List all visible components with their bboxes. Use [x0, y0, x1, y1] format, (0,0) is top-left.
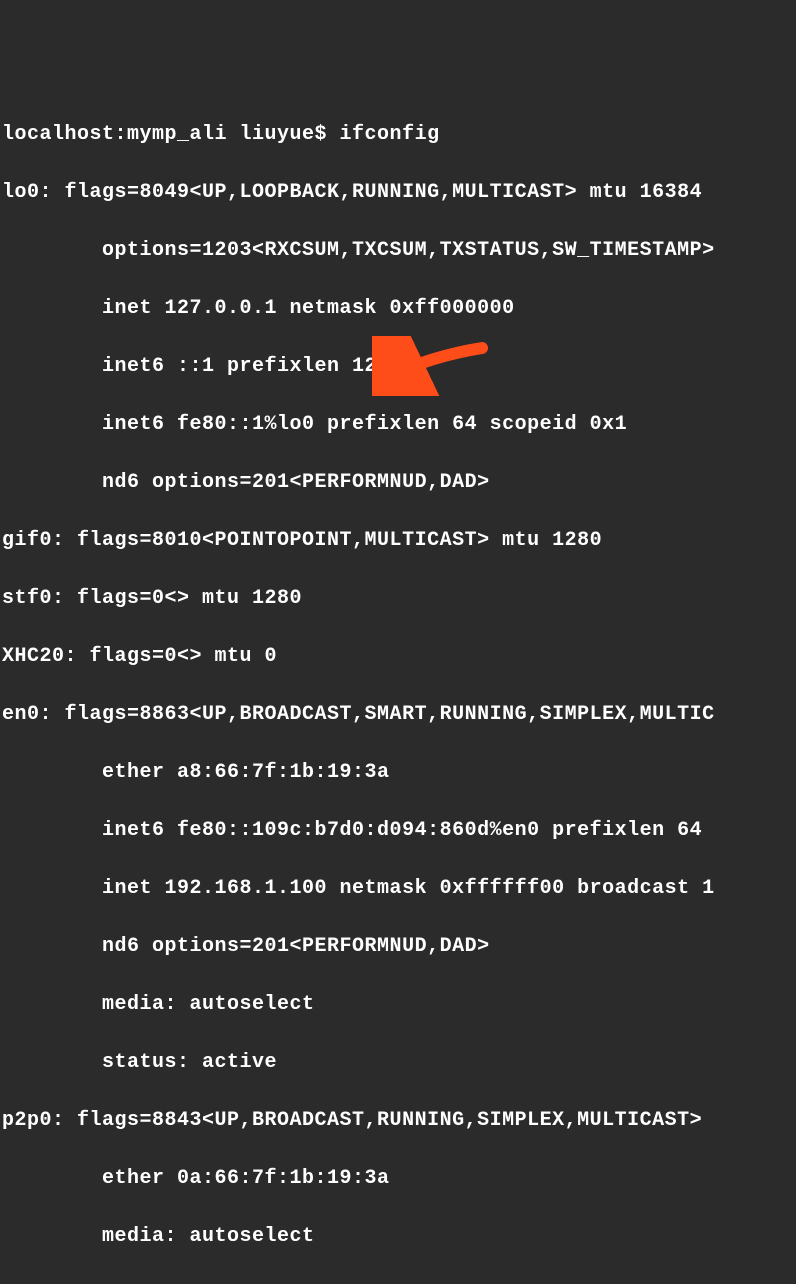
- terminal-output-line: ether 0a:66:7f:1b:19:3a: [2, 1164, 794, 1193]
- terminal-output-line: status: inactive: [2, 1280, 794, 1284]
- terminal-output-line: stf0: flags=0<> mtu 1280: [2, 584, 794, 613]
- terminal-output-line: XHC20: flags=0<> mtu 0: [2, 642, 794, 671]
- terminal-output-line: gif0: flags=8010<POINTOPOINT,MULTICAST> …: [2, 526, 794, 555]
- terminal-output-line: lo0: flags=8049<UP,LOOPBACK,RUNNING,MULT…: [2, 178, 794, 207]
- terminal-output-line: media: autoselect: [2, 1222, 794, 1251]
- terminal-output-line: en0: flags=8863<UP,BROADCAST,SMART,RUNNI…: [2, 700, 794, 729]
- terminal-output-line: inet 127.0.0.1 netmask 0xff000000: [2, 294, 794, 323]
- terminal-output-line: inet6 ::1 prefixlen 128: [2, 352, 794, 381]
- terminal-output-line: nd6 options=201<PERFORMNUD,DAD>: [2, 468, 794, 497]
- terminal-output-line: nd6 options=201<PERFORMNUD,DAD>: [2, 932, 794, 961]
- terminal-output-line: status: active: [2, 1048, 794, 1077]
- terminal-prompt-line: localhost:mymp_ali liuyue$ ifconfig: [2, 120, 794, 149]
- terminal-output-line: p2p0: flags=8843<UP,BROADCAST,RUNNING,SI…: [2, 1106, 794, 1135]
- terminal-output-line: inet 192.168.1.100 netmask 0xffffff00 br…: [2, 874, 794, 903]
- terminal-output-line: ether a8:66:7f:1b:19:3a: [2, 758, 794, 787]
- terminal-output-line: options=1203<RXCSUM,TXCSUM,TXSTATUS,SW_T…: [2, 236, 794, 265]
- terminal-output-line: media: autoselect: [2, 990, 794, 1019]
- terminal-output-line: inet6 fe80::1%lo0 prefixlen 64 scopeid 0…: [2, 410, 794, 439]
- terminal-output-line: inet6 fe80::109c:b7d0:d094:860d%en0 pref…: [2, 816, 794, 845]
